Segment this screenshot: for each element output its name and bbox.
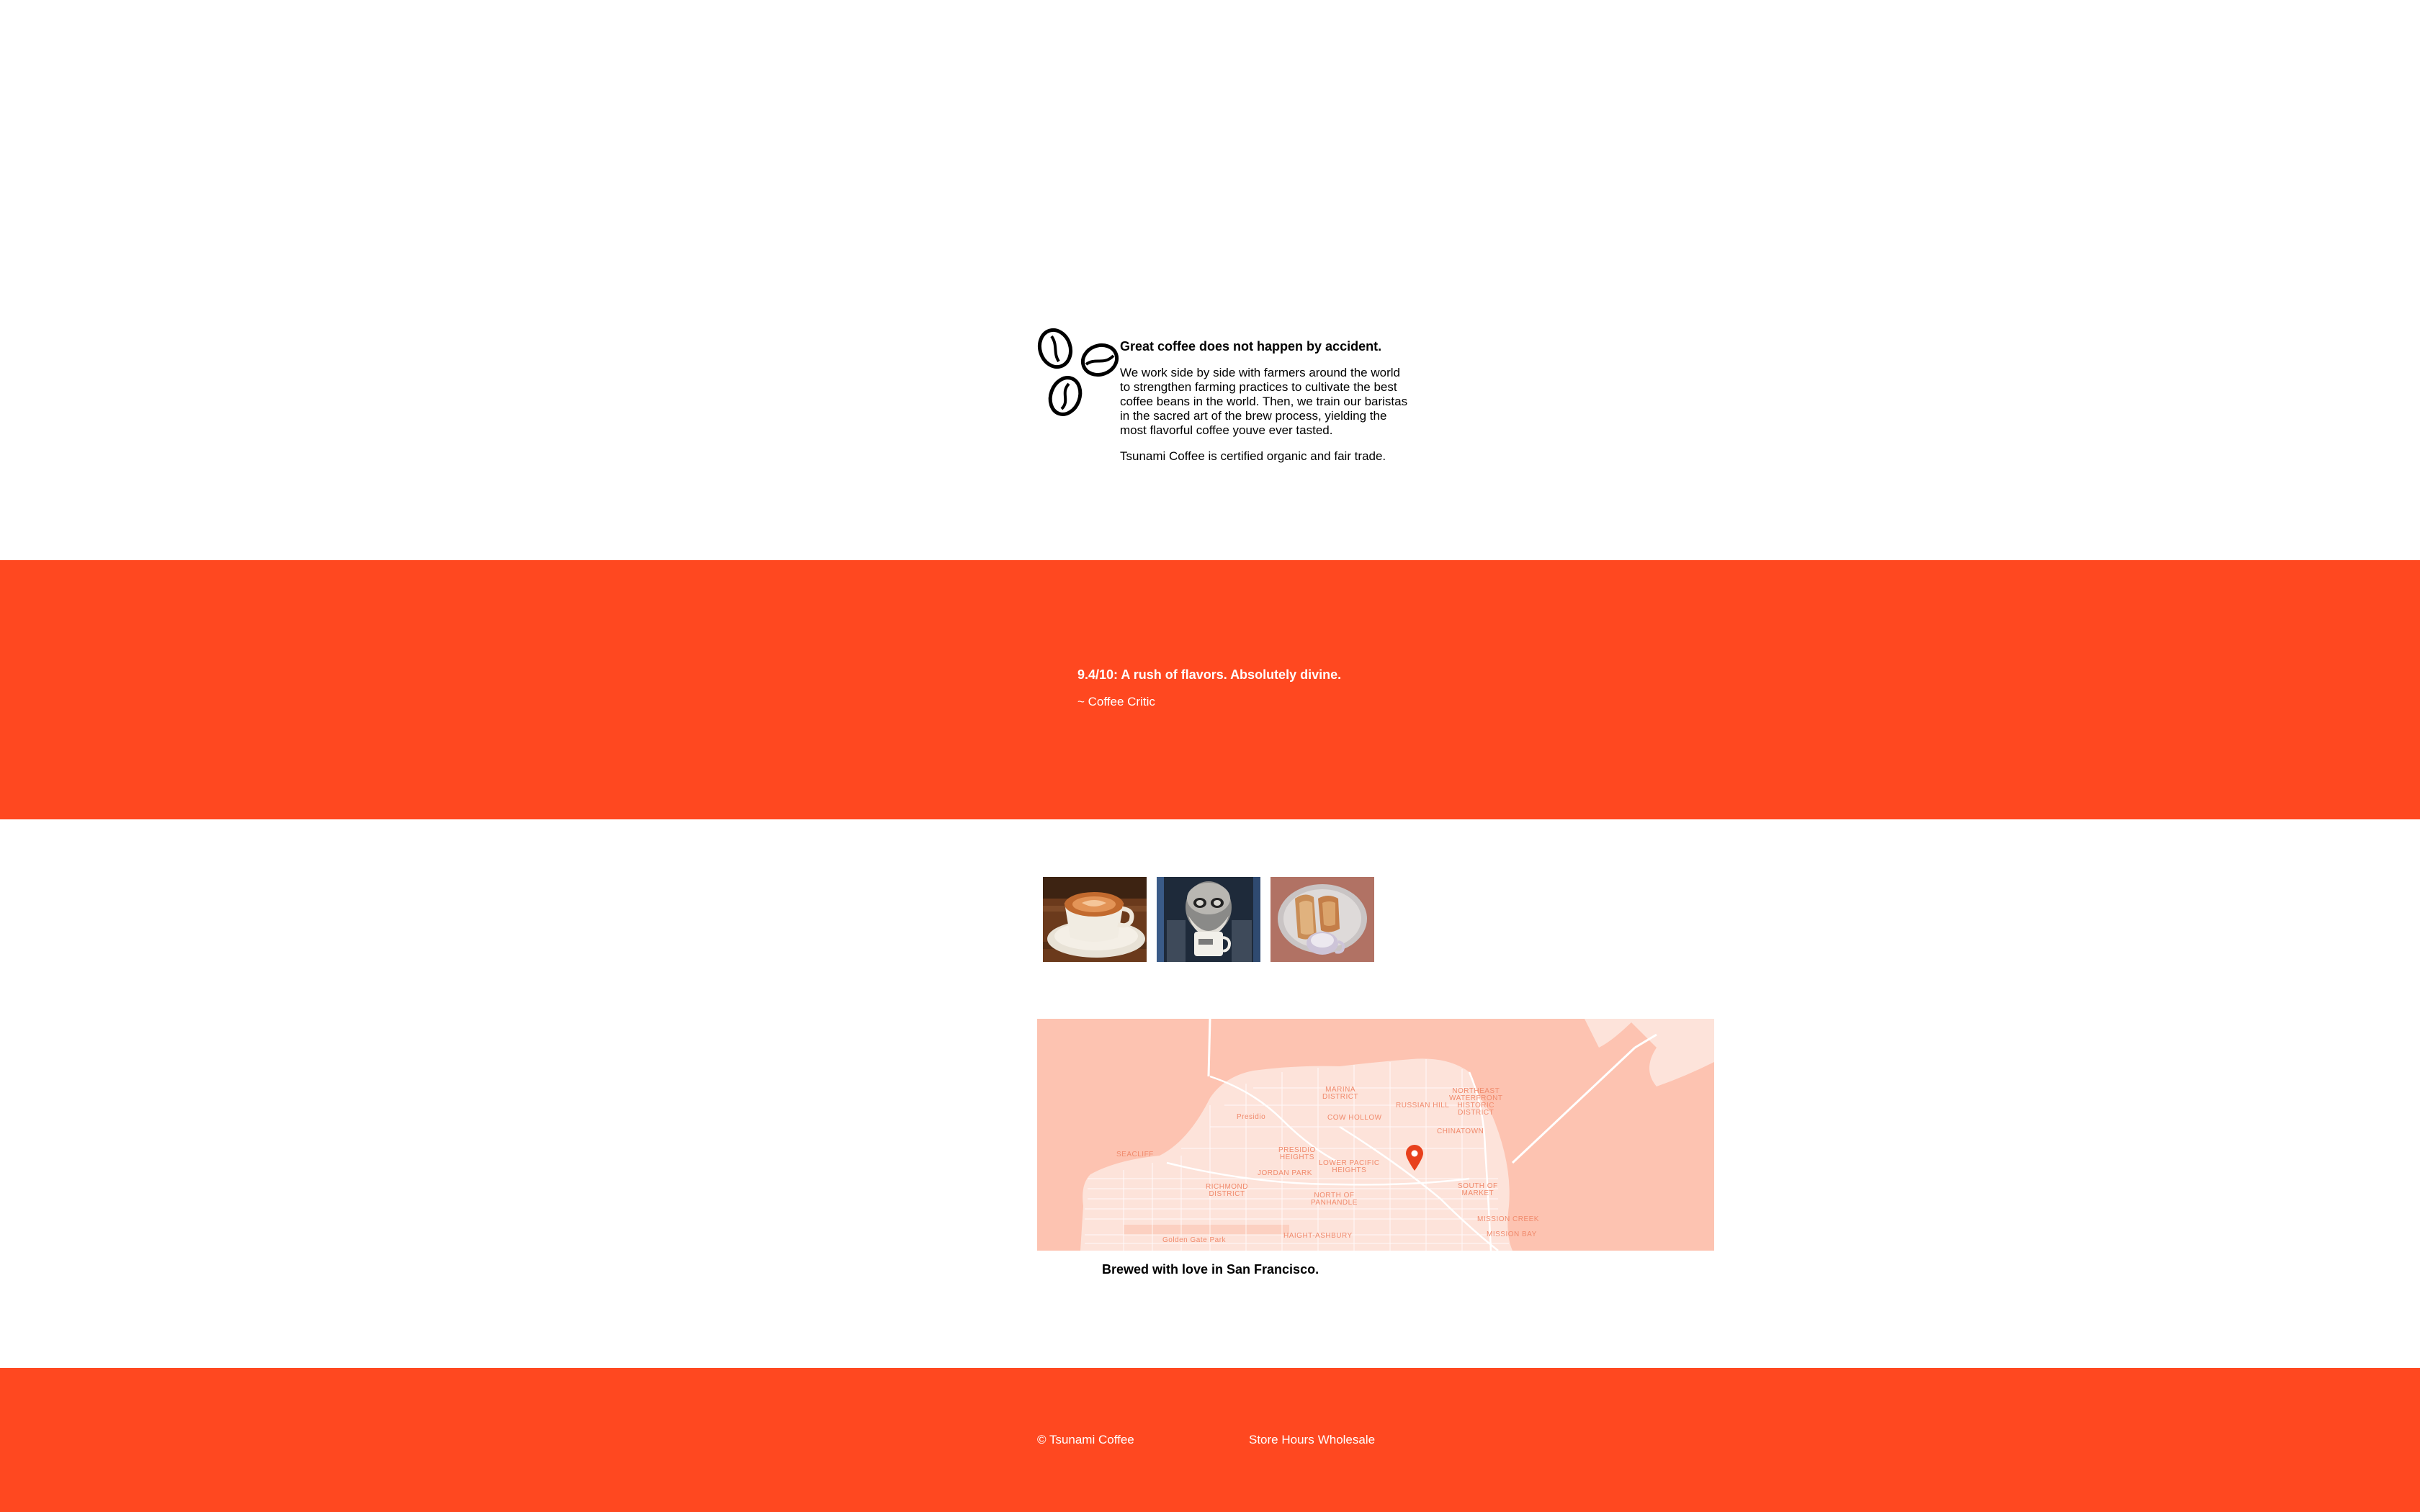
map-label-presidio: Presidio [1237, 1113, 1266, 1121]
location-pin-icon[interactable] [1405, 1144, 1424, 1171]
intro-heading: Great coffee does not happen by accident… [1120, 339, 1382, 354]
certification-paragraph: Tsunami Coffee is certified organic and … [1120, 449, 1386, 463]
map-label-haight-ashbury: HAIGHT-ASHBURY [1283, 1232, 1353, 1240]
map-label-chinatown: CHINATOWN [1437, 1128, 1484, 1135]
map-label-mission-creek: MISSION CREEK [1477, 1215, 1539, 1223]
map-label-lower-pacific-heights: LOWER PACIFIC HEIGHTS [1319, 1159, 1380, 1174]
intro-section: Great coffee does not happen by accident… [1034, 325, 1409, 505]
review-quote: 9.4/10: A rush of flavors. Absolutely di… [1077, 667, 1342, 682]
map-label-marina: MARINA DISTRICT [1322, 1086, 1359, 1101]
tagline: Brewed with love in San Francisco. [1102, 1262, 1319, 1277]
pastry-and-coffee-photo[interactable] [1270, 877, 1374, 962]
coffee-drinker-photo[interactable] [1157, 877, 1260, 962]
review-band: 9.4/10: A rush of flavors. Absolutely di… [0, 560, 2420, 819]
map-label-northeast-waterfront: NORTHEAST WATERFRONT HISTORIC DISTRICT [1449, 1087, 1503, 1117]
footer-copyright: © Tsunami Coffee [1037, 1433, 1134, 1446]
map-label-seacliff: SEACLIFF [1116, 1151, 1154, 1158]
footer: © Tsunami Coffee Store Hours Wholesale [0, 1368, 2420, 1512]
map-label-north-of-panhandle: NORTH OF PANHANDLE [1311, 1192, 1358, 1207]
map-label-south-of-market: SOUTH OF MARKET [1458, 1182, 1498, 1197]
footer-link-wholesale[interactable]: Wholesale [1318, 1432, 1375, 1448]
footer-nav: Store Hours Wholesale [1249, 1432, 1375, 1448]
latte-photo[interactable] [1043, 877, 1147, 962]
map-label-richmond-district: RICHMOND DISTRICT [1206, 1183, 1248, 1198]
photo-gallery [1043, 877, 1374, 962]
map-label-mission-bay: MISSION BAY [1487, 1230, 1537, 1238]
location-map[interactable]: MARINA DISTRICT Presidio COW HOLLOW RUSS… [1037, 1019, 1714, 1251]
coffee-beans-icon [1037, 328, 1119, 416]
map-label-presidio-heights: PRESIDIO HEIGHTS [1278, 1146, 1316, 1161]
review-author: ~ Coffee Critic [1077, 695, 1155, 708]
intro-text: Great coffee does not happen by accident… [1120, 338, 1408, 475]
map-canvas [1037, 1019, 1714, 1251]
intro-paragraph: We work side by side with farmers around… [1120, 366, 1408, 437]
page: Great coffee does not happen by accident… [0, 0, 2420, 1512]
footer-link-store-hours[interactable]: Store Hours [1249, 1432, 1314, 1448]
map-label-cow-hollow: COW HOLLOW [1327, 1114, 1382, 1122]
map-label-russian-hill: RUSSIAN HILL [1396, 1102, 1450, 1110]
map-label-jordan-park: JORDAN PARK [1258, 1169, 1312, 1177]
map-label-golden-gate-park: Golden Gate Park [1162, 1236, 1227, 1244]
